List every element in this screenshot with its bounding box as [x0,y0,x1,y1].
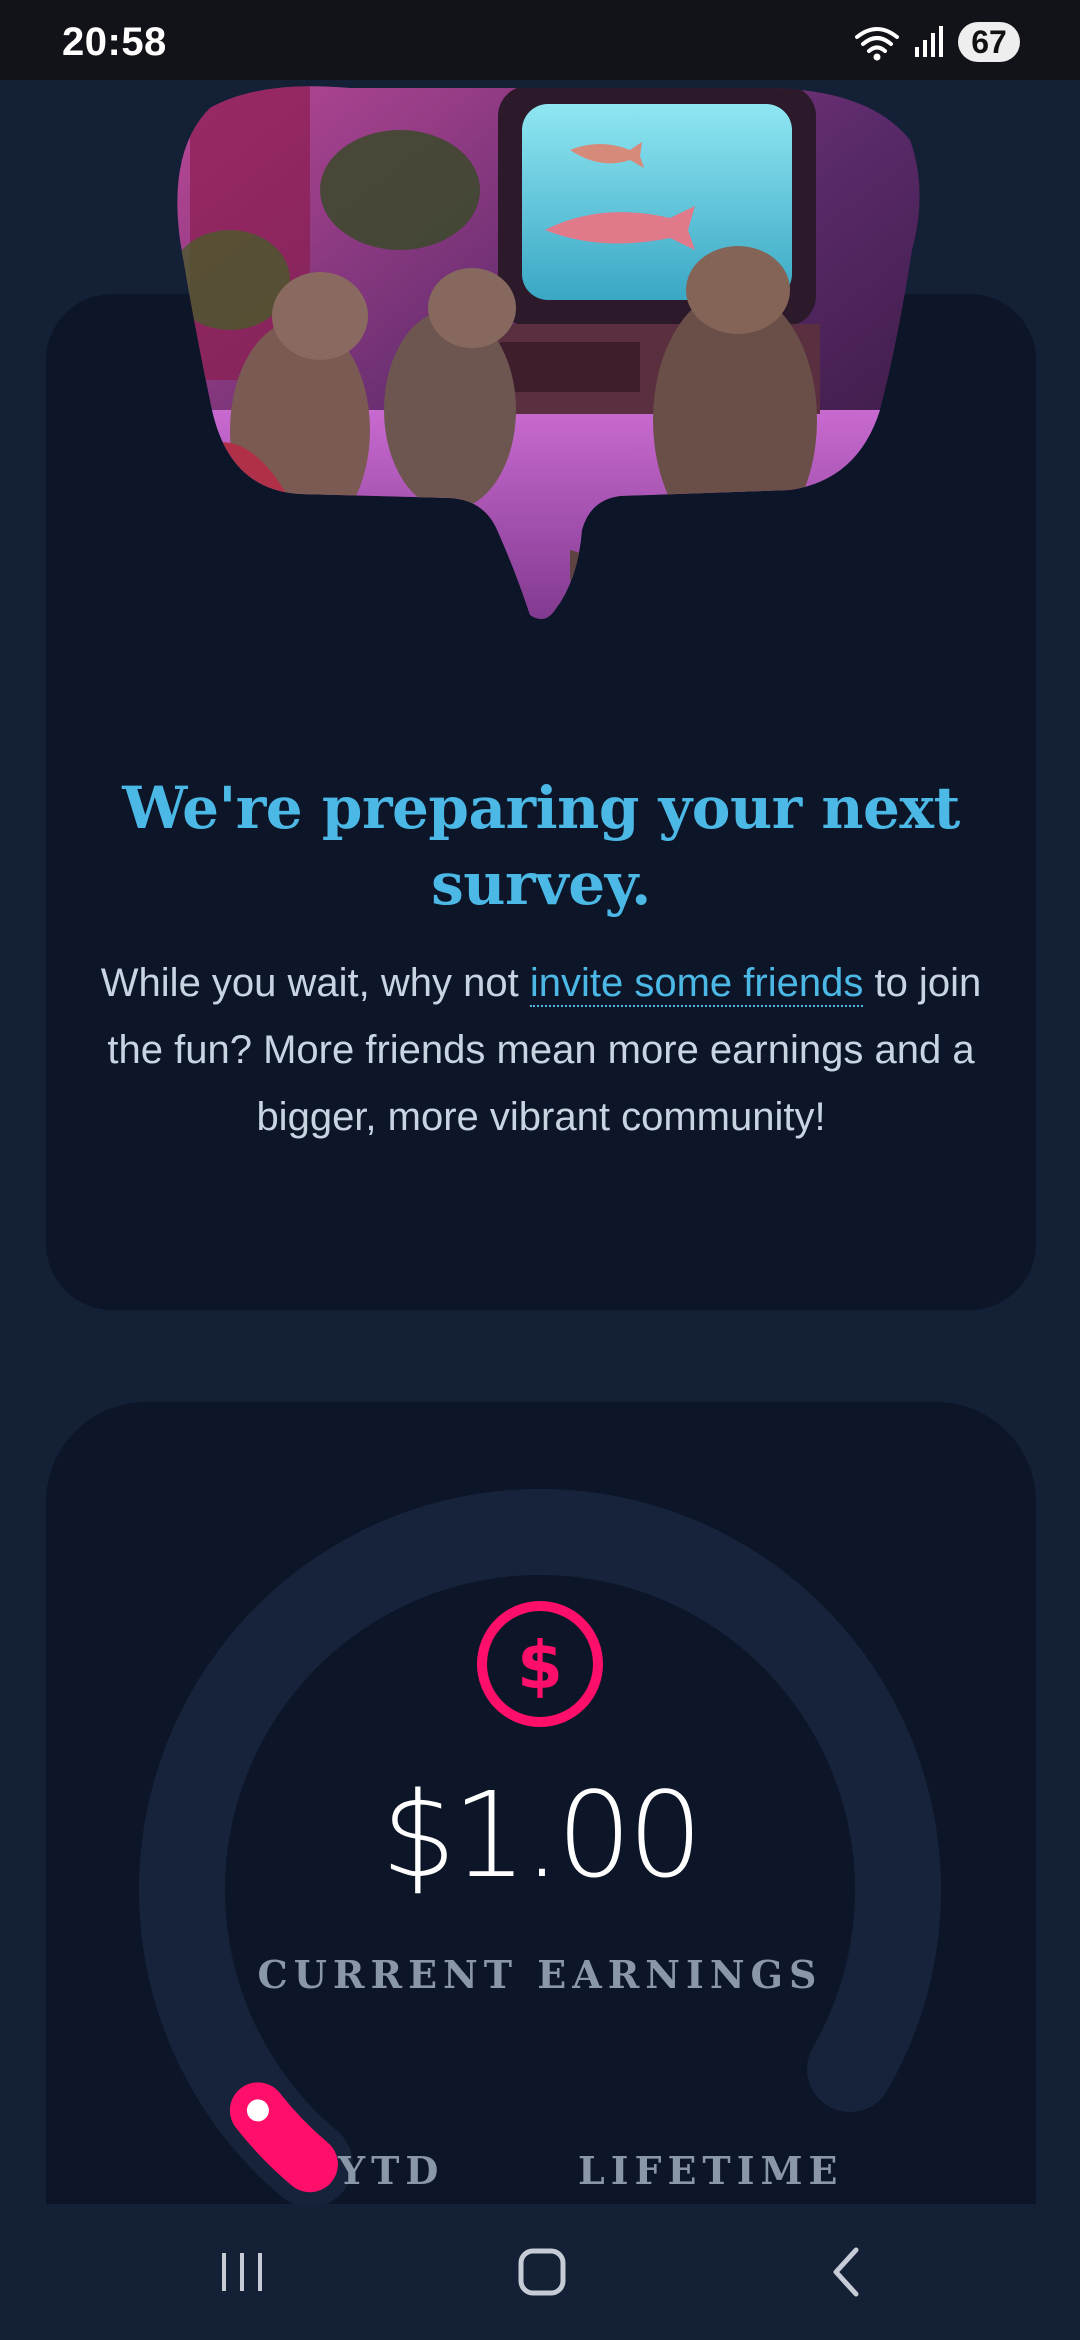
current-earnings-label: CURRENT EARNINGS [257,1952,823,1997]
home-button[interactable] [462,2204,622,2340]
lifetime-label: LIFETIME [578,2148,844,2193]
back-icon [833,2247,859,2297]
status-bar: 20:58 67 [0,0,1080,80]
status-time: 20:58 [62,20,167,64]
wifi-icon [855,27,899,61]
otters-illustration [177,86,920,619]
status-icons: 67 [854,20,1020,64]
recent-apps-button[interactable] [162,2204,322,2340]
battery-icon: 67 [958,22,1020,62]
survey-body-prefix: While you wait, why not [100,961,530,1005]
screen: 20:58 67 We're preparing your next surve… [0,0,1080,2340]
home-icon [518,2248,566,2296]
ytd-label: YTD [338,2148,445,2193]
survey-body: While you wait, why not invite some frie… [96,950,986,1151]
current-earnings-amount: $1.00 [381,1766,703,1904]
survey-title: We're preparing your next survey. [122,774,960,918]
invite-friends-link[interactable]: invite some friends [529,961,864,1007]
navigation-bar [0,2204,1080,2340]
signal-icon [915,26,943,57]
back-button[interactable] [766,2204,926,2340]
recent-apps-icon [222,2253,262,2291]
